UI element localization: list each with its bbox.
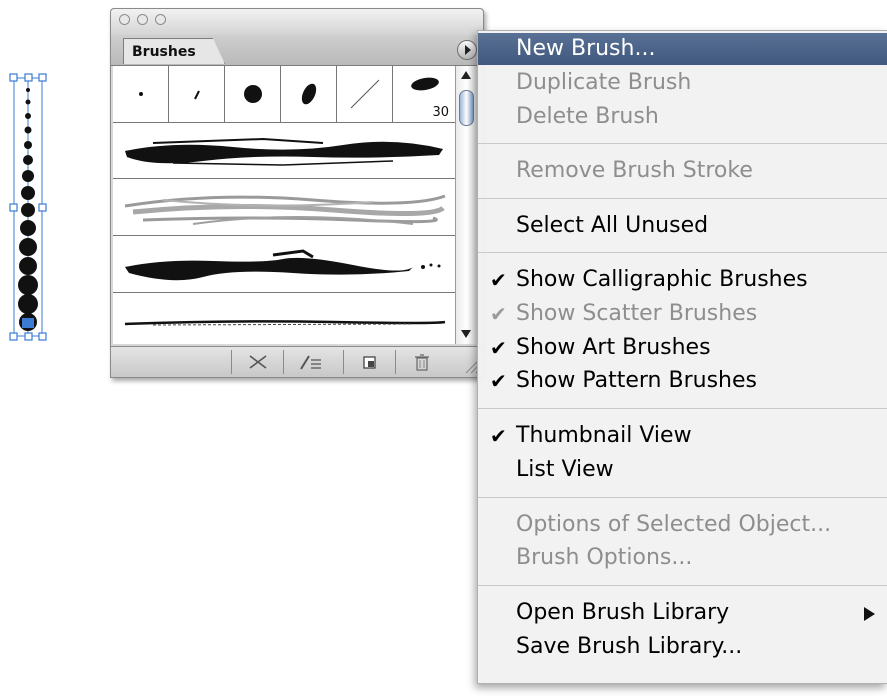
art-brush-thin-line[interactable] [113,294,455,350]
menu-item-show-pattern-brushes[interactable]: ✔ Show Pattern Brushes [478,365,887,397]
brush-swatch[interactable] [337,66,393,122]
brush-swatch[interactable] [225,66,281,122]
remove-stroke-icon [249,355,267,369]
menu-item-delete-brush: Delete Brush [478,101,887,133]
zoom-button[interactable] [155,14,166,25]
menu-item-list-view[interactable]: List View [478,454,887,486]
panel-titlebar[interactable] [111,9,483,35]
tab-brushes[interactable]: Brushes [123,38,225,64]
selected-brush-path[interactable] [0,0,70,360]
calligraphic-brush-row: 30 [113,66,455,123]
panel-scrollbar[interactable] [455,66,477,344]
menu-item-label: Save Brush Library... [516,634,743,659]
brushes-panel-menu: New Brush... Duplicate Brush Delete Brus… [477,30,887,684]
menu-item-label: Show Calligraphic Brushes [516,267,808,292]
brush-options-button[interactable] [283,350,335,374]
panel-menu-button[interactable] [457,40,477,60]
brush-swatch[interactable] [281,66,337,122]
menu-item-open-brush-library[interactable]: Open Brush Library [478,597,887,629]
menu-item-label: Select All Unused [516,213,709,238]
new-brush-button[interactable] [343,350,395,374]
delete-brush-button[interactable] [395,350,447,374]
checkmark-icon: ✔ [490,424,507,448]
brush-swatch-selected[interactable]: 30 [393,66,455,122]
menu-item-label: Show Art Brushes [516,335,711,360]
menu-item-options-of-selected-object: Options of Selected Object... [478,509,887,541]
menu-item-select-all-unused[interactable]: Select All Unused [478,210,887,242]
menu-item-label: Open Brush Library [516,600,730,625]
menu-item-remove-brush-stroke: Remove Brush Stroke [478,155,887,187]
checkmark-icon: ✔ [490,302,507,326]
submenu-arrow-icon [864,607,875,621]
minimize-button[interactable] [137,14,148,25]
brushes-panel: Brushes 30 [110,8,484,378]
brush-swatch[interactable] [169,66,225,122]
panel-tabstrip: Brushes [111,35,483,66]
menu-item-show-calligraphic-brushes[interactable]: ✔ Show Calligraphic Brushes [478,264,887,296]
menu-item-label: Delete Brush [516,104,659,129]
menu-item-label: Brush Options... [516,545,693,570]
menu-item-brush-options: Brush Options... [478,542,887,574]
menu-item-show-scatter-brushes: ✔ Show Scatter Brushes [478,298,887,330]
remove-brush-stroke-button[interactable] [231,350,283,374]
menu-separator [478,252,887,253]
checkmark-icon: ✔ [490,336,507,360]
close-button[interactable] [119,14,130,25]
trash-icon [415,354,429,371]
menu-item-show-art-brushes[interactable]: ✔ Show Art Brushes [478,332,887,364]
art-brush-charcoal[interactable] [113,123,455,179]
menu-item-label: New Brush... [516,36,656,61]
menu-item-thumbnail-view[interactable]: ✔ Thumbnail View [478,420,887,452]
brush-swatch[interactable] [113,66,169,122]
new-brush-icon [363,356,376,369]
scroll-up-arrow-icon[interactable] [461,71,471,79]
menu-separator [478,143,887,144]
menu-separator [478,497,887,498]
menu-item-label: Remove Brush Stroke [516,158,753,183]
brush-size-label: 30 [432,105,449,120]
panel-bottom-toolbar [111,346,483,377]
menu-item-label: Thumbnail View [516,423,692,448]
checkmark-icon: ✔ [490,268,507,292]
art-brush-ink[interactable] [113,237,455,293]
scroll-thumb[interactable] [459,90,474,126]
menu-item-label: Show Pattern Brushes [516,368,757,393]
scroll-down-arrow-icon[interactable] [461,330,471,338]
menu-item-label: Show Scatter Brushes [516,301,758,326]
menu-separator [478,198,887,199]
menu-separator [478,408,887,409]
checkmark-icon: ✔ [490,369,507,393]
menu-item-label: List View [516,457,614,482]
brush-grid: 30 [113,66,455,350]
art-brush-gray-strokes[interactable] [113,180,455,236]
menu-separator [478,585,887,586]
menu-item-new-brush[interactable]: New Brush... [478,33,887,65]
menu-item-label: Options of Selected Object... [516,512,832,537]
brush-options-icon [300,355,321,370]
menu-item-duplicate-brush: Duplicate Brush [478,67,887,99]
menu-item-label: Duplicate Brush [516,70,692,95]
menu-item-save-brush-library[interactable]: Save Brush Library... [478,631,887,663]
